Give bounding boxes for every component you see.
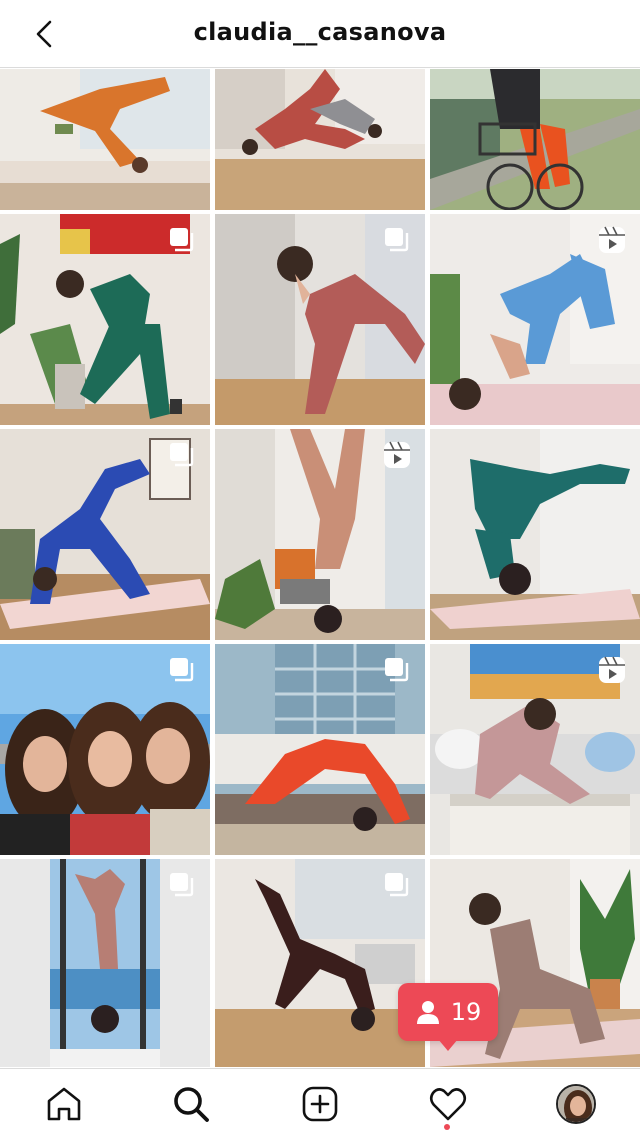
- post-thumbnail-4[interactable]: [0, 214, 210, 425]
- post-thumbnail-8[interactable]: [215, 429, 425, 640]
- reel-icon: [598, 226, 626, 254]
- person-icon: [416, 1001, 439, 1024]
- follower-notification-bubble[interactable]: 19: [398, 983, 498, 1041]
- photo: [215, 69, 425, 210]
- post-thumbnail-14[interactable]: [215, 859, 425, 1067]
- carousel-icon: [383, 226, 411, 254]
- photo: [430, 69, 640, 210]
- post-thumbnail-9[interactable]: [430, 429, 640, 640]
- post-thumbnail-11[interactable]: [215, 644, 425, 855]
- post-thumbnail-2[interactable]: [215, 69, 425, 210]
- carousel-icon: [168, 441, 196, 469]
- plus-square-icon: [302, 1086, 338, 1122]
- carousel-icon: [168, 226, 196, 254]
- search-icon: [174, 1087, 209, 1122]
- post-thumbnail-1[interactable]: [0, 69, 210, 210]
- notification-count: 19: [450, 998, 482, 1026]
- post-thumbnail-7[interactable]: [0, 429, 210, 640]
- carousel-icon: [383, 871, 411, 899]
- notification-pointer: [438, 1039, 458, 1051]
- tab-home[interactable]: [43, 1083, 85, 1125]
- top-header: claudia__casanova: [0, 0, 640, 68]
- tab-profile-avatar[interactable]: [556, 1084, 596, 1124]
- post-thumbnail-5[interactable]: [215, 214, 425, 425]
- home-icon: [47, 1087, 81, 1121]
- post-thumbnail-3[interactable]: [430, 69, 640, 210]
- photo: [430, 429, 640, 640]
- heart-icon: [429, 1088, 467, 1121]
- tab-activity[interactable]: [427, 1083, 469, 1125]
- carousel-icon: [168, 871, 196, 899]
- photo: [0, 69, 210, 210]
- activity-indicator-dot: [444, 1124, 450, 1130]
- carousel-icon: [383, 656, 411, 684]
- post-thumbnail-10[interactable]: [0, 644, 210, 855]
- carousel-icon: [168, 656, 196, 684]
- posts-grid: [0, 69, 640, 1067]
- tab-new-post[interactable]: [299, 1083, 341, 1125]
- profile-username: claudia__casanova: [193, 18, 447, 46]
- reel-icon: [598, 656, 626, 684]
- reel-icon: [383, 441, 411, 469]
- post-thumbnail-6[interactable]: [430, 214, 640, 425]
- bottom-tab-bar: [0, 1068, 640, 1138]
- tab-search[interactable]: [170, 1083, 212, 1125]
- post-thumbnail-13[interactable]: [0, 859, 210, 1067]
- post-thumbnail-12[interactable]: [430, 644, 640, 855]
